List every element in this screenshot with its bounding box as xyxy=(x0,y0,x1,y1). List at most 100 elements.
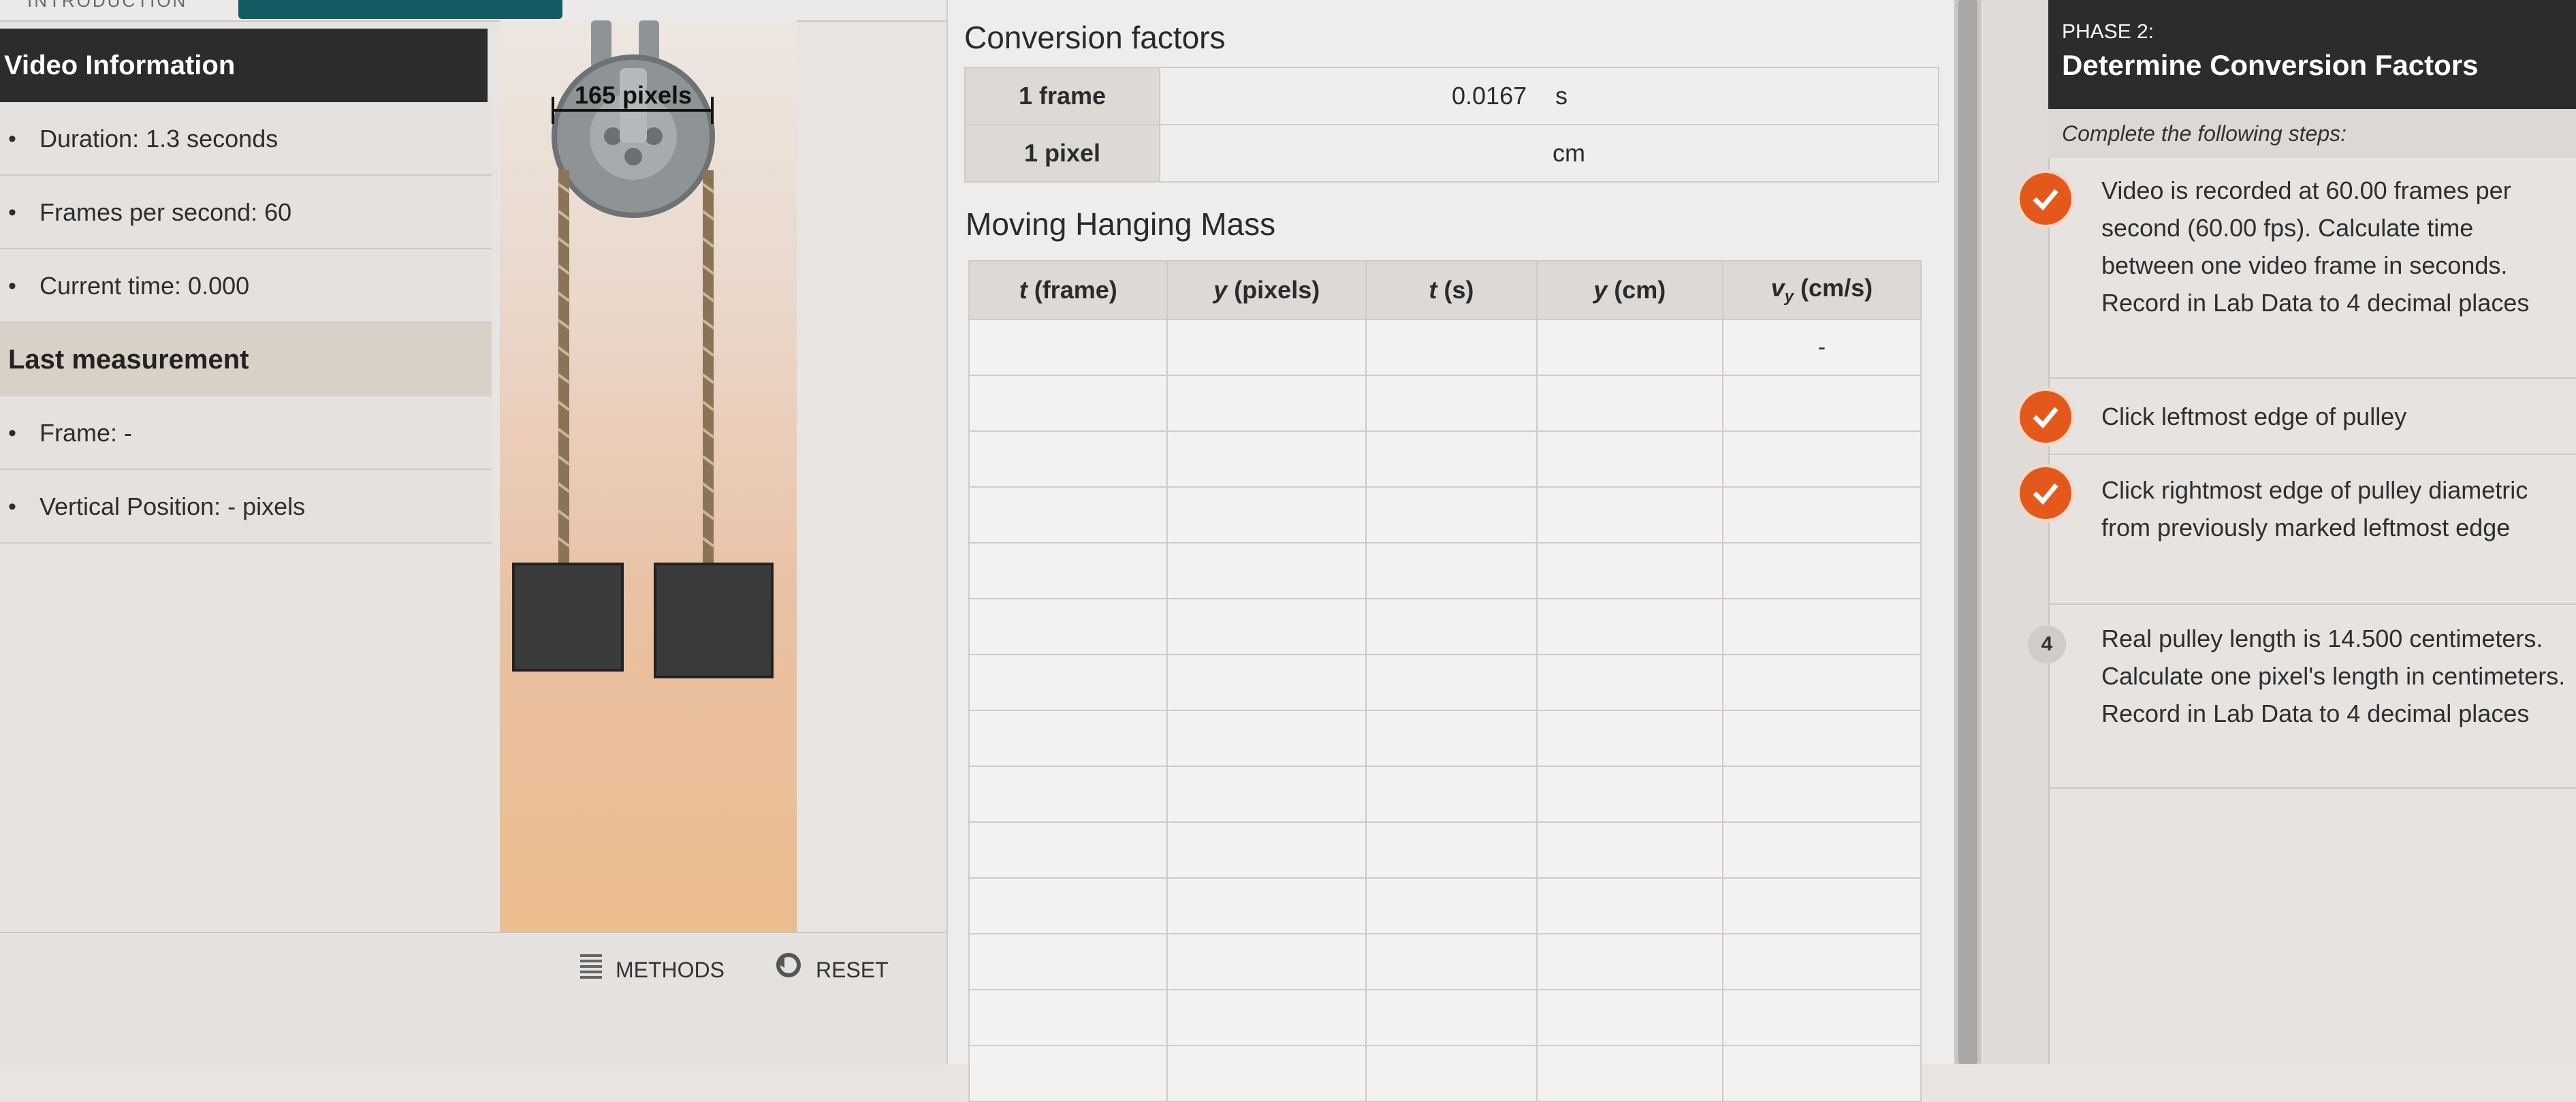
motion-data-table: t (frame) y (pixels) t (s) y (cm) vy (cm… xyxy=(968,260,1922,1102)
table-cell[interactable] xyxy=(1166,710,1367,767)
table-cell[interactable] xyxy=(1721,542,1922,599)
bullet-icon: • xyxy=(8,273,16,299)
table-cell[interactable] xyxy=(1536,1045,1723,1102)
table-cell[interactable] xyxy=(1536,654,1723,711)
table-cell[interactable] xyxy=(1536,542,1723,599)
table-cell[interactable] xyxy=(1721,710,1922,767)
step-3-text: Click rightmost edge of pulley diametric… xyxy=(2101,476,2528,541)
frame-value-cell[interactable]: 0.0167 s xyxy=(1159,67,1939,125)
table-cell[interactable] xyxy=(1721,821,1922,879)
experiment-video[interactable]: 165 pixels xyxy=(500,20,797,932)
reset-button[interactable]: RESET xyxy=(774,952,889,988)
reset-label: RESET xyxy=(816,958,889,982)
table-cell[interactable] xyxy=(968,989,1168,1046)
table-cell[interactable] xyxy=(1536,933,1723,990)
table-cell[interactable] xyxy=(968,319,1168,376)
table-cell[interactable] xyxy=(1166,654,1367,711)
table-row xyxy=(968,989,1922,1046)
table-cell[interactable] xyxy=(1721,989,1922,1046)
table-cell[interactable] xyxy=(1166,375,1367,432)
pixel-value-cell[interactable]: cm xyxy=(1159,124,1939,183)
table-cell[interactable] xyxy=(1536,710,1723,767)
methods-button[interactable]: METHODS xyxy=(579,952,725,988)
table-cell[interactable] xyxy=(1536,821,1723,879)
table-cell[interactable] xyxy=(968,821,1168,879)
table-cell[interactable] xyxy=(1166,319,1367,376)
tab-laboratory-simulation[interactable] xyxy=(238,0,562,19)
moving-hanging-mass-title: Moving Hanging Mass xyxy=(966,206,1276,242)
table-cell[interactable] xyxy=(1721,877,1922,934)
table-cell[interactable] xyxy=(968,654,1168,711)
table-cell[interactable] xyxy=(1721,486,1922,544)
table-cell[interactable] xyxy=(968,1045,1168,1102)
phase-header: PHASE 2: Determine Conversion Factors xyxy=(2048,0,2576,109)
table-cell[interactable] xyxy=(968,933,1168,990)
table-cell[interactable] xyxy=(1166,1045,1367,1102)
table-cell[interactable] xyxy=(1166,486,1367,544)
table-cell[interactable] xyxy=(1721,933,1922,990)
fps-text: Frames per second: 60 xyxy=(39,198,292,226)
table-cell[interactable] xyxy=(1365,375,1538,432)
table-cell[interactable] xyxy=(968,486,1168,544)
table-cell[interactable] xyxy=(1536,766,1723,823)
table-cell[interactable] xyxy=(1721,598,1922,655)
table-cell[interactable] xyxy=(1166,430,1367,488)
table-cell[interactable] xyxy=(1166,933,1367,990)
vertical-position-text: Vertical Position: - pixels xyxy=(39,492,306,520)
vertical-position-row: • Vertical Position: - pixels xyxy=(0,470,492,544)
table-cell[interactable] xyxy=(1721,1045,1922,1102)
table-cell[interactable] xyxy=(1166,989,1367,1046)
table-cell[interactable] xyxy=(1536,430,1723,488)
table-cell[interactable] xyxy=(1536,319,1723,376)
pulley-bolt xyxy=(645,127,663,145)
table-cell[interactable] xyxy=(1365,430,1538,488)
table-cell[interactable] xyxy=(1536,598,1723,655)
panel-scrollbar[interactable] xyxy=(1954,0,1982,1064)
table-cell[interactable] xyxy=(1721,430,1922,488)
vy-cell[interactable]: - xyxy=(1721,319,1922,376)
scrollbar-thumb[interactable] xyxy=(1958,0,1977,1064)
table-cell[interactable] xyxy=(1536,375,1723,432)
table-cell[interactable] xyxy=(1365,542,1538,599)
table-cell[interactable] xyxy=(1365,1045,1538,1102)
table-cell[interactable] xyxy=(1365,933,1538,990)
table-cell[interactable] xyxy=(968,710,1168,767)
table-cell[interactable] xyxy=(1721,766,1922,823)
table-cell[interactable] xyxy=(1365,654,1538,711)
table-cell[interactable] xyxy=(968,877,1168,934)
table-cell[interactable] xyxy=(1365,766,1538,823)
current-time-text: Current time: 0.000 xyxy=(39,272,250,300)
pixel-unit: cm xyxy=(1553,139,1585,167)
table-cell[interactable] xyxy=(1365,821,1538,879)
table-cell[interactable] xyxy=(1721,375,1922,432)
pixel-length-label: 165 pixels xyxy=(575,81,692,109)
tab-introduction[interactable]: INTRODUCTION xyxy=(27,0,187,12)
table-cell[interactable] xyxy=(1166,542,1367,599)
frame-text: Frame: - xyxy=(39,419,133,447)
table-cell[interactable] xyxy=(1365,989,1538,1046)
bullet-icon: • xyxy=(8,494,16,520)
table-cell[interactable] xyxy=(1166,877,1367,934)
bullet-icon: • xyxy=(8,126,16,152)
table-cell[interactable] xyxy=(968,430,1168,488)
table-cell[interactable] xyxy=(968,375,1168,432)
table-cell[interactable] xyxy=(1365,598,1538,655)
table-cell[interactable] xyxy=(968,766,1168,823)
table-cell[interactable] xyxy=(1365,486,1538,544)
table-cell[interactable] xyxy=(1166,766,1367,823)
table-cell[interactable] xyxy=(1365,710,1538,767)
table-cell[interactable] xyxy=(968,542,1168,599)
table-cell[interactable] xyxy=(1166,598,1367,655)
table-cell[interactable] xyxy=(968,598,1168,655)
step-1: Video is recorded at 60.00 frames per se… xyxy=(2020,166,2576,379)
table-row xyxy=(968,1045,1922,1102)
table-row xyxy=(968,766,1922,823)
table-cell[interactable] xyxy=(1536,486,1723,544)
table-cell[interactable] xyxy=(1365,877,1538,934)
fps-row: • Frames per second: 60 xyxy=(0,176,492,249)
table-cell[interactable] xyxy=(1166,821,1367,879)
table-cell[interactable] xyxy=(1365,319,1538,376)
table-cell[interactable] xyxy=(1721,654,1922,711)
table-cell[interactable] xyxy=(1536,989,1723,1046)
table-cell[interactable] xyxy=(1536,877,1723,934)
